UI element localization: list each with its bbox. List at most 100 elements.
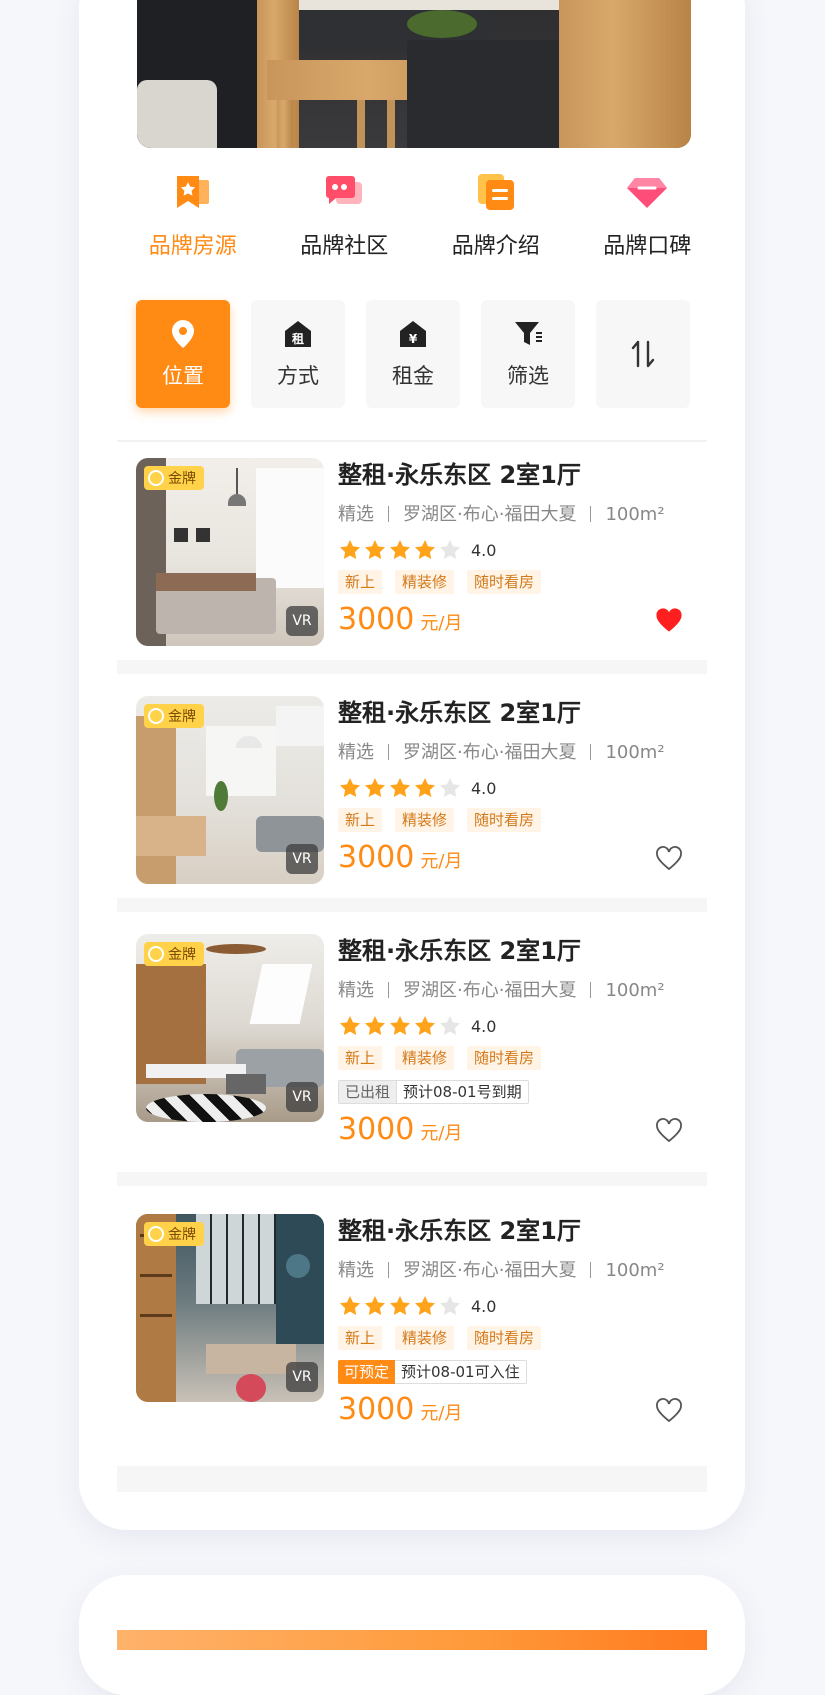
tag: 随时看房 [467, 1046, 542, 1070]
listing-meta: 精选 罗湖区·布心·福田大夏 100m² [338, 1260, 665, 1281]
divider [117, 440, 707, 442]
tag-list: 新上 精装修 随时看房 [338, 808, 698, 832]
favorite-heart-icon[interactable] [656, 1118, 682, 1144]
vr-badge[interactable]: VR [286, 844, 318, 874]
favorite-heart-icon[interactable] [656, 846, 682, 872]
filter-location-button[interactable]: 位置 [136, 300, 230, 408]
star-filled-icon [340, 1296, 360, 1315]
listing-title: 整租·永乐东区 2室1厅 [338, 461, 581, 489]
brand-nav-item-listings[interactable]: 品牌房源 [117, 170, 269, 266]
svg-text:租: 租 [292, 332, 304, 346]
phone-screen: 品牌房源 品牌社区 品牌介绍 品牌口碑 位置 租 方式 ¥ 租金 筛选 金牌 V… [79, 0, 745, 1530]
vr-badge[interactable]: VR [286, 1082, 318, 1112]
chat-bubble-icon [326, 176, 363, 204]
availability-status: 已出租 预计08-01号到期 [338, 1080, 698, 1104]
listing-price: 3000 [338, 1392, 415, 1427]
sort-icon [631, 340, 655, 368]
brand-nav-item-intro[interactable]: 品牌介绍 [420, 170, 572, 266]
filter-label: 位置 [162, 364, 204, 388]
brand-nav: 品牌房源 品牌社区 品牌介绍 品牌口碑 [117, 170, 723, 266]
price-unit: 元/月 [420, 1403, 463, 1424]
tag: 精装修 [395, 1046, 455, 1070]
star-filled-icon [365, 1296, 385, 1315]
star-filled-icon [415, 778, 435, 797]
brand-nav-label: 品牌房源 [148, 234, 237, 259]
rating-value: 4.0 [471, 1296, 497, 1316]
filter-more-button[interactable]: 筛选 [481, 300, 575, 408]
star-filled-icon [390, 540, 410, 559]
filter-label: 筛选 [507, 364, 549, 388]
gem-icon [627, 178, 668, 208]
star-filled-icon [390, 778, 410, 797]
price-house-icon: ¥ [400, 321, 426, 347]
listing-photo[interactable]: 金牌 VR [136, 696, 324, 884]
section-separator [117, 898, 707, 912]
tag-list: 新上 精装修 随时看房 [338, 1046, 698, 1070]
listing-photo[interactable]: 金牌 VR [136, 934, 324, 1122]
vr-badge[interactable]: VR [286, 1362, 318, 1392]
tag: 随时看房 [467, 808, 542, 832]
tag-list: 新上 精装修 随时看房 [338, 570, 698, 594]
vr-badge[interactable]: VR [286, 606, 318, 636]
listing-price: 3000 [338, 602, 415, 637]
filter-rent-button[interactable]: ¥ 租金 [366, 300, 460, 408]
tag: 精装修 [395, 1326, 455, 1350]
star-filled-icon [340, 540, 360, 559]
star-empty-icon [440, 1016, 460, 1035]
star-filled-icon [390, 1296, 410, 1315]
star-filled-icon [340, 778, 360, 797]
favorite-heart-icon[interactable] [656, 1398, 682, 1424]
star-filled-icon [390, 1016, 410, 1035]
hero-banner-image[interactable] [137, 0, 691, 148]
gold-badge: 金牌 [144, 1222, 204, 1246]
next-screen-preview [79, 1575, 745, 1695]
listing-photo[interactable]: 金牌 VR [136, 458, 324, 646]
rent-house-icon: 租 [285, 321, 311, 347]
listing-meta: 精选 罗湖区·布心·福田大夏 100m² [338, 742, 665, 763]
favorite-heart-icon[interactable] [656, 608, 682, 634]
gold-badge: 金牌 [144, 466, 204, 490]
medal-icon [148, 1226, 164, 1242]
rating-value: 4.0 [471, 540, 497, 560]
price-unit: 元/月 [420, 613, 463, 634]
listing-title: 整租·永乐东区 2室1厅 [338, 699, 581, 727]
price-unit: 元/月 [420, 1123, 463, 1144]
listing-price: 3000 [338, 840, 415, 875]
rating-stars: 4.0 [338, 1294, 698, 1318]
rating-stars: 4.0 [338, 1014, 698, 1038]
tag: 新上 [338, 1326, 383, 1350]
rating-value: 4.0 [471, 1016, 497, 1036]
filter-funnel-icon [515, 322, 542, 345]
tag-list: 新上 精装修 随时看房 [338, 1326, 698, 1350]
svg-text:¥: ¥ [409, 332, 418, 346]
filter-mode-button[interactable]: 租 方式 [251, 300, 345, 408]
tag: 精装修 [395, 808, 455, 832]
section-separator [117, 660, 707, 674]
listing-title: 整租·永乐东区 2室1厅 [338, 937, 581, 965]
gold-badge: 金牌 [144, 942, 204, 966]
star-empty-icon [440, 540, 460, 559]
listing-meta: 精选 罗湖区·布心·福田大夏 100m² [338, 980, 665, 1001]
tag: 新上 [338, 808, 383, 832]
rating-stars: 4.0 [338, 538, 698, 562]
tag: 随时看房 [467, 1326, 542, 1350]
star-filled-icon [415, 1016, 435, 1035]
sort-button[interactable] [596, 300, 690, 408]
tag: 精装修 [395, 570, 455, 594]
filter-label: 租金 [392, 364, 434, 388]
star-filled-icon [415, 540, 435, 559]
brand-nav-item-reputation[interactable]: 品牌口碑 [572, 170, 724, 266]
brand-nav-item-community[interactable]: 品牌社区 [269, 170, 421, 266]
document-icon [477, 174, 514, 210]
star-filled-icon [415, 1296, 435, 1315]
status-text: 预计08-01可入住 [395, 1360, 527, 1384]
star-empty-icon [440, 778, 460, 797]
tag: 新上 [338, 570, 383, 594]
section-separator [117, 1172, 707, 1186]
medal-icon [148, 708, 164, 724]
gold-badge: 金牌 [144, 704, 204, 728]
filter-label: 方式 [277, 364, 319, 388]
star-filled-icon [365, 540, 385, 559]
listing-photo[interactable]: 金牌 VR [136, 1214, 324, 1402]
price-unit: 元/月 [420, 851, 463, 872]
